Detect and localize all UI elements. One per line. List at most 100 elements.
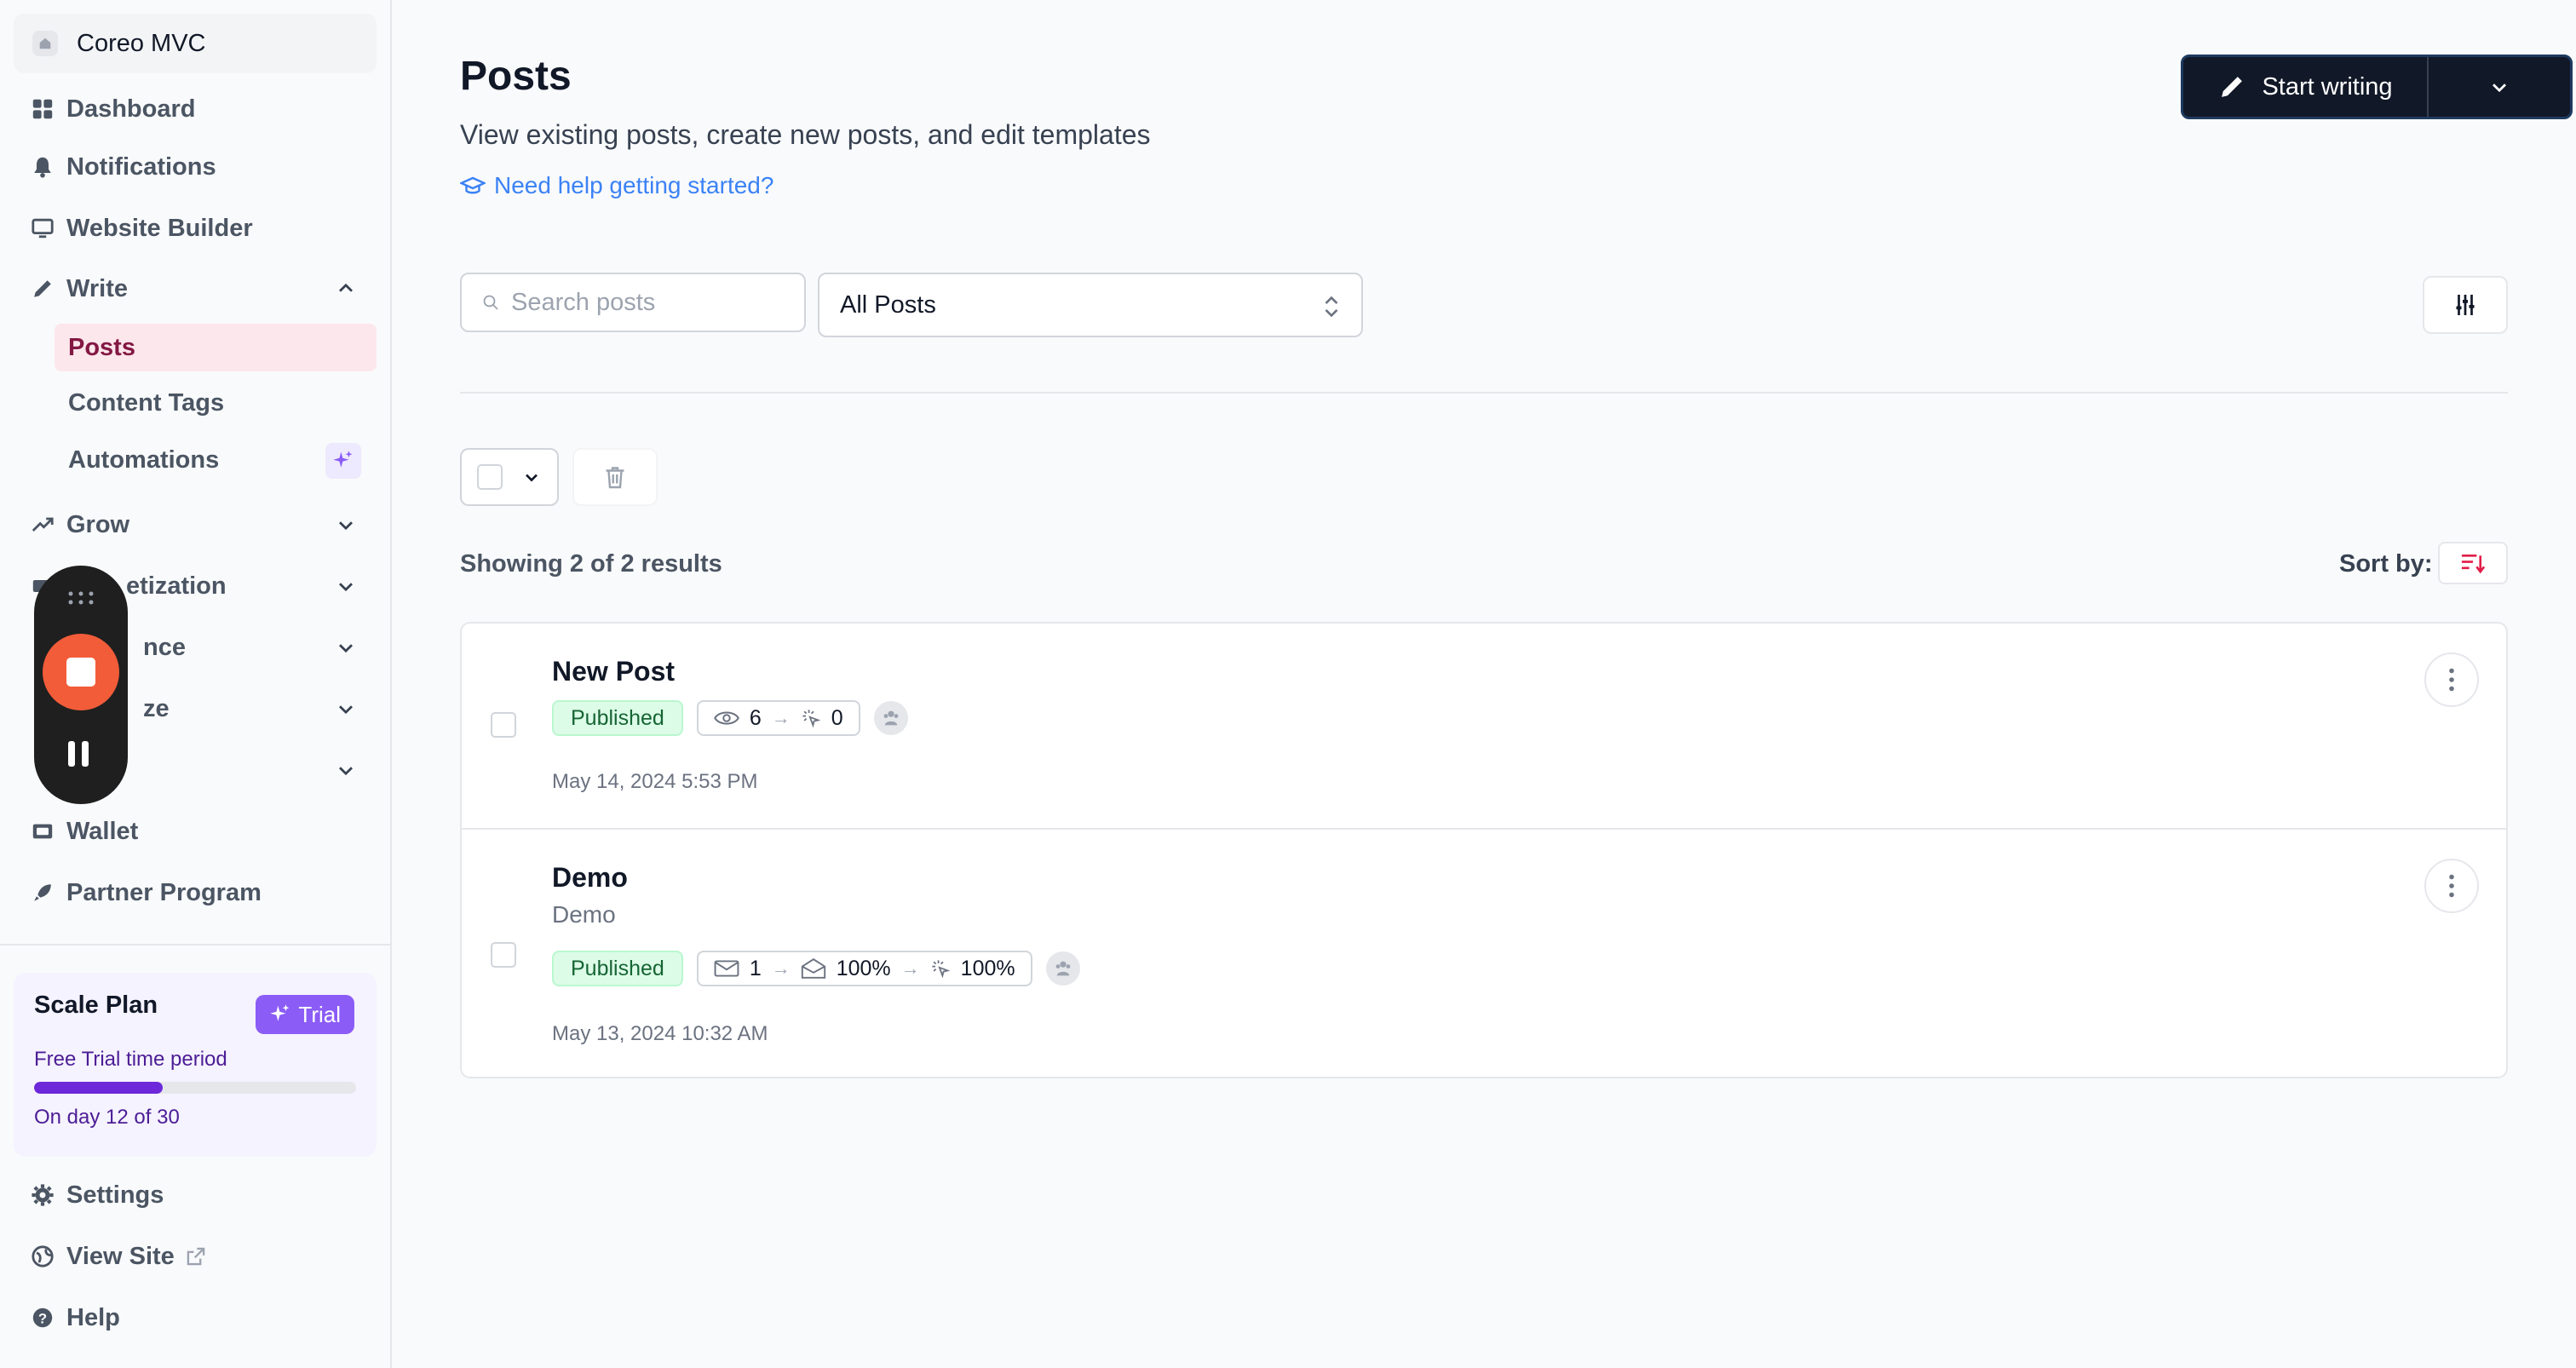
sidebar-item-label: Grow [66, 510, 130, 538]
pause-recording-button[interactable] [68, 741, 89, 767]
sidebar-item-label: Notifications [66, 152, 216, 181]
post-row[interactable]: New Post Published 6 → 0 May 14, 2024 5:… [462, 624, 2506, 828]
sidebar-item-help[interactable]: ? Help [14, 1291, 377, 1344]
chevron-down-icon [339, 644, 353, 653]
stop-recording-button[interactable] [43, 634, 119, 710]
post-meta: Published 6 → 0 [552, 700, 908, 736]
start-writing-button[interactable]: Start writing [2183, 57, 2429, 117]
select-all-checkbox[interactable] [477, 464, 503, 490]
eye-icon [713, 711, 739, 725]
wallet-icon [29, 818, 56, 845]
sidebar-item-label: View Site [66, 1242, 175, 1270]
open-rate: 100% [836, 956, 891, 980]
search-box[interactable] [460, 273, 806, 332]
arrow-right-icon: → [771, 707, 791, 728]
main-content: Posts View existing posts, create new po… [394, 0, 2576, 1368]
sidebar-item-label: Write [66, 274, 128, 302]
trial-badge: Trial [256, 995, 354, 1034]
globe-icon [29, 1243, 56, 1270]
sidebar-item-website-builder[interactable]: Website Builder [14, 202, 377, 255]
workspace-icon [32, 31, 58, 56]
click-icon [802, 710, 821, 728]
chevron-down-icon [339, 583, 353, 592]
status-badge: Published [552, 951, 683, 986]
post-filter-value: All Posts [840, 290, 936, 319]
sidebar-item-posts[interactable]: Posts [55, 324, 377, 371]
trial-label: Trial [298, 1001, 341, 1027]
post-menu-button[interactable] [2424, 652, 2479, 707]
arrow-right-icon: → [900, 957, 920, 979]
plan-period: Free Trial time period [34, 1048, 227, 1071]
filter-settings-button[interactable] [2423, 276, 2508, 334]
svg-text:?: ? [38, 1310, 47, 1326]
sidebar-item-dashboard[interactable]: Dashboard [14, 83, 377, 135]
sidebar-item-notifications[interactable]: Notifications [14, 141, 377, 193]
sidebar-item-content-tags[interactable]: Content Tags [55, 379, 377, 427]
trash-icon [606, 467, 624, 489]
workspace-switcher[interactable]: Coreo MVC [14, 14, 377, 73]
start-writing-label: Start writing [2262, 72, 2393, 101]
chevron-down-icon [2493, 83, 2506, 93]
kebab-menu-icon [2449, 874, 2454, 898]
screen-recorder-widget[interactable] [34, 566, 128, 804]
post-row[interactable]: Demo Demo Published 1 → 100% → 100% May … [462, 828, 2506, 1077]
trending-up-icon [29, 511, 56, 538]
sort-label: Sort by: [2339, 550, 2433, 578]
sidebar-item-label: Settings [66, 1181, 164, 1209]
sparkle-icon [270, 1004, 290, 1021]
post-filter-select[interactable]: All Posts [818, 273, 1363, 337]
sliders-icon [2456, 295, 2475, 315]
click-rate: 100% [960, 956, 1015, 980]
monitor-icon [29, 215, 56, 242]
sidebar-item-grow[interactable]: Grow [14, 498, 377, 551]
dashboard-icon [29, 95, 56, 123]
plan-card[interactable]: Scale Plan Trial Free Trial time period … [14, 973, 377, 1157]
trial-progress-fill [34, 1082, 164, 1094]
trial-day: On day 12 of 30 [34, 1106, 180, 1129]
rocket-icon [29, 879, 56, 906]
sort-descending-icon [2461, 554, 2486, 574]
trial-progress-bar [34, 1082, 356, 1094]
sidebar-item-wallet[interactable]: Wallet [14, 805, 377, 858]
sidebar-item-label: Dashboard [66, 95, 196, 123]
sidebar-item-label: etization [126, 572, 227, 600]
sidebar-item-automations[interactable]: Automations [55, 436, 377, 484]
divider [460, 392, 2508, 394]
clicks-count: 0 [831, 705, 843, 730]
help-icon: ? [29, 1304, 56, 1331]
sidebar-item-view-site[interactable]: View Site [14, 1230, 377, 1283]
sidebar-item-label: Wallet [66, 817, 139, 845]
bulk-select-dropdown[interactable] [460, 448, 559, 506]
sidebar-item-partner-program[interactable]: Partner Program [14, 866, 377, 919]
chevron-down-icon [526, 474, 538, 482]
post-subtitle: Demo [552, 901, 616, 928]
sidebar-item-label: Content Tags [68, 388, 225, 417]
post-stats: 1 → 100% → 100% [696, 951, 1032, 986]
delete-button[interactable] [572, 448, 658, 506]
post-menu-button[interactable] [2424, 859, 2479, 913]
kebab-menu-icon [2449, 668, 2454, 692]
stop-icon [66, 658, 95, 687]
post-stats: 6 → 0 [696, 700, 860, 736]
post-title[interactable]: Demo [552, 862, 628, 894]
chevron-up-icon [339, 283, 353, 292]
sidebar-item-settings[interactable]: Settings [14, 1169, 377, 1221]
sidebar-item-label: Help [66, 1303, 120, 1331]
row-checkbox[interactable] [491, 942, 516, 968]
arrow-right-icon: → [771, 957, 791, 979]
start-writing-dropdown[interactable] [2429, 57, 2570, 117]
sidebar-divider [0, 944, 392, 946]
row-checkbox[interactable] [491, 712, 516, 738]
status-badge: Published [552, 700, 683, 736]
help-link[interactable]: Need help getting started? [460, 172, 773, 199]
sort-button[interactable] [2438, 542, 2508, 584]
drag-handle-icon[interactable] [67, 589, 95, 606]
results-count: Showing 2 of 2 results [460, 550, 722, 578]
sidebar-item-label: Website Builder [66, 214, 253, 242]
click-icon [932, 960, 951, 979]
chevron-down-icon [339, 705, 353, 715]
sidebar-item-write[interactable]: Write [14, 262, 377, 315]
search-input[interactable] [511, 288, 784, 317]
post-date: May 14, 2024 5:53 PM [552, 770, 758, 793]
post-title[interactable]: New Post [552, 656, 675, 687]
